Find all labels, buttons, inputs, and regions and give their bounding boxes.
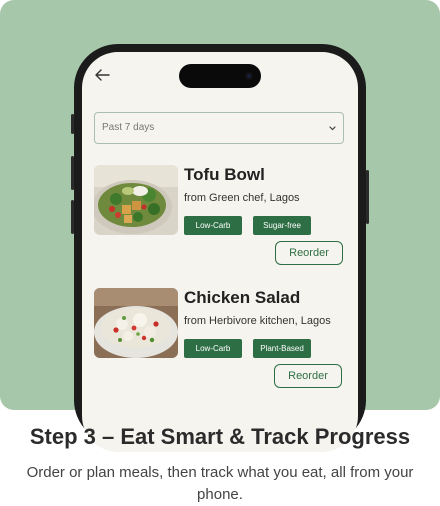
phone-screen: Past 7 days Tofu Bowl from Green chef, L… bbox=[82, 52, 358, 452]
meal-card: Chicken Salad from Herbivore kitchen, La… bbox=[94, 288, 346, 398]
tag-plant-based: Plant-Based bbox=[253, 339, 311, 358]
date-range-select[interactable]: Past 7 days bbox=[94, 112, 344, 144]
reorder-button[interactable]: Reorder bbox=[274, 364, 342, 388]
camera-icon bbox=[245, 72, 253, 80]
chevron-down-icon bbox=[329, 126, 336, 131]
meal-photo bbox=[94, 165, 178, 235]
step-description: Order or plan meals, then track what you… bbox=[26, 464, 414, 503]
reorder-button[interactable]: Reorder bbox=[275, 241, 343, 265]
dynamic-island bbox=[179, 64, 261, 88]
tag-low-carb: Low-Carb bbox=[184, 216, 242, 235]
meal-photo bbox=[94, 288, 178, 358]
date-range-value: Past 7 days bbox=[102, 122, 155, 133]
meal-title: Chicken Salad bbox=[184, 288, 301, 307]
meal-title: Tofu Bowl bbox=[184, 165, 265, 184]
tag-low-carb: Low-Carb bbox=[184, 339, 242, 358]
meal-source: from Green chef, Lagos bbox=[184, 192, 300, 204]
meal-card: Tofu Bowl from Green chef, Lagos Low-Car… bbox=[94, 165, 346, 275]
arrow-left-icon[interactable] bbox=[92, 66, 112, 84]
meal-source: from Herbivore kitchen, Lagos bbox=[184, 315, 331, 327]
step-title: Step 3 – Eat Smart & Track Progress bbox=[29, 424, 411, 449]
tag-sugar-free: Sugar-free bbox=[253, 216, 311, 235]
